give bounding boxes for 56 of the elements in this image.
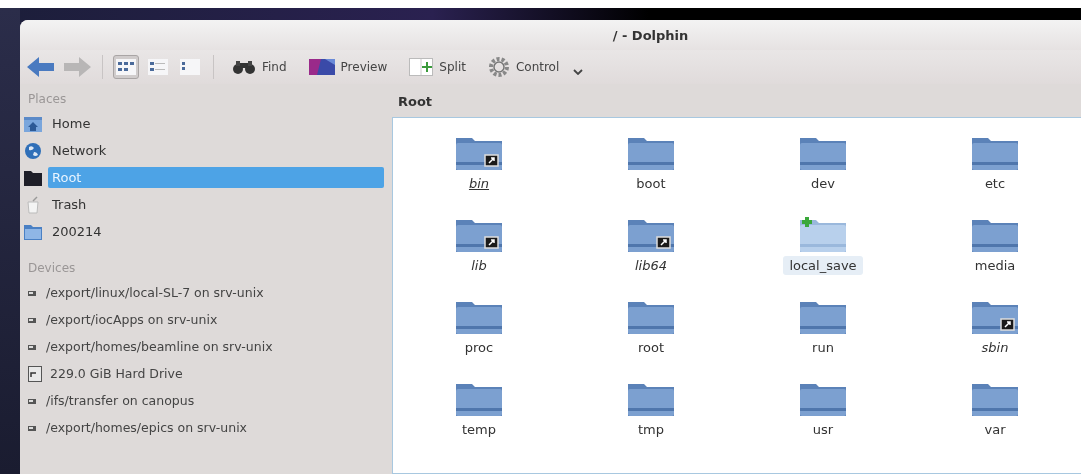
- network-drive-icon: [28, 396, 38, 405]
- device-item[interactable]: /ifs/transfer on canopus: [46, 393, 195, 408]
- location-title: Root: [398, 94, 433, 109]
- device-item[interactable]: /export/iocApps on srv-unix: [46, 312, 218, 327]
- folder-name[interactable]: usr: [806, 420, 840, 439]
- device-item[interactable]: /export/homes/epics on srv-unix: [46, 420, 247, 435]
- icons-view-icon: [116, 59, 136, 75]
- hard-drive-icon: [28, 365, 42, 382]
- folder-name[interactable]: lib64: [629, 256, 673, 275]
- toolbar-button[interactable]: Split: [401, 56, 474, 78]
- home-folder-icon: [23, 114, 43, 133]
- places-item[interactable]: Home: [48, 113, 384, 134]
- device-item[interactable]: /export/linux/local-SL-7 on srv-unix: [46, 285, 264, 300]
- network-drive-icon: [28, 423, 38, 432]
- device-item[interactable]: /export/homes/beamline on srv-unix: [46, 339, 273, 354]
- globe-icon: [24, 141, 42, 160]
- folder-icon: [23, 168, 43, 187]
- places-item[interactable]: Trash: [48, 194, 384, 215]
- folder-name[interactable]: media: [968, 256, 1022, 275]
- folder-name[interactable]: temp: [456, 420, 502, 439]
- section-header: Devices: [27, 260, 77, 277]
- folder-name[interactable]: etc: [978, 174, 1012, 193]
- toolbar-button[interactable]: Preview: [300, 57, 396, 77]
- places-item[interactable]: 200214: [48, 221, 384, 242]
- network-drive-icon: [28, 315, 38, 324]
- folder-name[interactable]: tmp: [632, 420, 670, 439]
- split-view-icon: [409, 58, 434, 76]
- folder-name[interactable]: proc: [458, 338, 500, 357]
- folder-name[interactable]: root: [631, 338, 671, 357]
- section-header: Places: [27, 91, 68, 108]
- folder-name[interactable]: local_save: [783, 256, 863, 275]
- back-arrow-icon[interactable]: [26, 56, 56, 78]
- folder-name[interactable]: bin: [462, 174, 496, 193]
- folder-name[interactable]: boot: [630, 174, 672, 193]
- details-view-icon: [180, 59, 200, 75]
- folder-icon: [798, 216, 848, 254]
- folder-name[interactable]: dev: [805, 174, 841, 193]
- network-drive-icon: [28, 342, 38, 351]
- view-mode-button[interactable]: [113, 55, 139, 79]
- compact-view-icon: [148, 59, 168, 75]
- folder-name[interactable]: sbin: [975, 338, 1015, 357]
- window-title: / - Dolphin: [612, 27, 689, 43]
- network-drive-icon: [28, 288, 38, 297]
- folder-icon: [23, 222, 43, 241]
- toolbar-button[interactable]: Control: [479, 54, 568, 80]
- preview-icon: [308, 59, 335, 75]
- gear-icon: [487, 56, 510, 78]
- toolbar-button[interactable]: Find: [224, 58, 295, 76]
- folder-name[interactable]: lib: [465, 256, 493, 275]
- trash-icon: [24, 195, 42, 214]
- device-item[interactable]: 229.0 GiB Hard Drive: [50, 366, 183, 381]
- folder-name[interactable]: var: [978, 420, 1012, 439]
- places-item[interactable]: Network: [48, 140, 384, 161]
- folder-name[interactable]: run: [806, 338, 840, 357]
- binoculars-icon: [232, 60, 256, 74]
- caret-icon[interactable]: [573, 69, 584, 75]
